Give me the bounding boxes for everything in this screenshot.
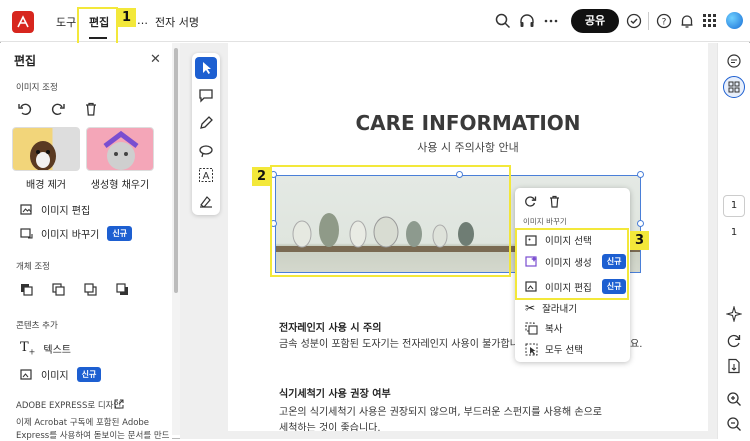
delete-icon[interactable]	[84, 102, 98, 116]
section2-title: 식기세척기 사용 권장 여부	[279, 389, 391, 400]
send-backward-icon[interactable]	[84, 283, 97, 296]
replace-image-section: 이미지 바꾸기	[523, 217, 567, 226]
express-section-title: ADOBE EXPRESS로 디자인	[16, 401, 122, 411]
callout-number-3: 3	[630, 231, 649, 250]
panel-close-icon[interactable]: ✕	[150, 52, 161, 67]
document-heading: CARE INFORMATION	[355, 111, 581, 135]
edit-image-icon	[20, 204, 32, 215]
help-icon[interactable]: ?	[655, 12, 673, 30]
select-all-label: 모두 선택	[545, 345, 583, 356]
svg-text:?: ?	[662, 18, 667, 28]
rotate-icon[interactable]	[524, 195, 537, 208]
generative-fill-label: 생성형 채우기	[90, 180, 150, 191]
new-badge-image: 신규	[76, 367, 102, 382]
express-desc-line2: Express를 사용하여 돋보이는 문서를 만드	[16, 431, 170, 441]
share-button[interactable]: 공유	[571, 9, 619, 33]
comment-icon[interactable]	[198, 87, 214, 103]
menu-tools[interactable]: 도구	[56, 14, 76, 30]
zoom-in-icon[interactable]	[726, 391, 742, 407]
resize-handle[interactable]	[637, 171, 644, 178]
section-image-adjust: 이미지 조정	[16, 83, 58, 93]
search-icon[interactable]	[494, 12, 512, 30]
section1-title: 전자레인지 사용 시 주의	[279, 323, 382, 334]
section-add-content: 콘텐츠 추가	[16, 321, 58, 331]
menu-esign[interactable]: 전자 서명	[155, 14, 199, 30]
external-link-icon[interactable]	[114, 399, 124, 409]
apps-grid-icon[interactable]	[703, 14, 717, 28]
replace-image-icon	[20, 228, 33, 239]
send-back-icon[interactable]	[116, 283, 129, 296]
comments-panel-icon[interactable]	[726, 53, 742, 69]
section1-text-end: 요.	[630, 339, 643, 350]
thumbnails-button[interactable]	[723, 76, 745, 98]
remove-background-label: 배경 제거	[26, 180, 66, 191]
cut-item[interactable]: ✂ 잘라내기	[525, 301, 577, 315]
rotate-right-icon[interactable]	[51, 102, 65, 116]
rotate-left-icon[interactable]	[18, 102, 32, 116]
panel-scrollbar[interactable]	[172, 43, 180, 435]
generative-fill-thumbnail[interactable]	[86, 127, 154, 171]
express-desc-line1: 이제 Acrobat 구독에 포함된 Adobe	[16, 418, 150, 428]
scissors-icon: ✂	[525, 301, 536, 315]
toolbar-divider	[648, 12, 649, 30]
copy-label: 복사	[545, 324, 563, 335]
user-avatar[interactable]	[726, 12, 743, 29]
replace-image-item[interactable]: 이미지 바꾸기 신규	[20, 226, 133, 241]
remove-background-thumbnail[interactable]	[12, 127, 80, 171]
copy-icon	[525, 321, 538, 335]
section1-text: 금속 성분이 포함된 도자기는 전자레인지 사용이 불가합니	[279, 339, 519, 350]
add-text-label: 텍스트	[43, 344, 71, 356]
replace-image-label: 이미지 바꾸기	[41, 230, 100, 241]
panel-title: 편집	[14, 54, 37, 68]
ai-assistant-icon[interactable]	[726, 306, 742, 322]
lasso-icon[interactable]	[198, 143, 214, 159]
callout-number-2: 2	[252, 167, 271, 186]
callout-number-1: 1	[117, 8, 136, 27]
callout-highlight-3	[515, 228, 629, 300]
edit-tools-bar: A	[192, 53, 220, 215]
copy-item[interactable]: 복사	[525, 321, 562, 335]
acrobat-logo[interactable]	[12, 11, 34, 33]
refresh-icon[interactable]	[726, 333, 742, 349]
checkmark-circle-icon[interactable]	[625, 12, 643, 30]
text-icon: T+	[20, 340, 36, 357]
select-tool[interactable]	[195, 57, 217, 79]
pen-icon[interactable]	[198, 115, 214, 131]
cursor-icon	[203, 62, 211, 74]
signature-icon[interactable]	[198, 193, 214, 209]
bring-forward-icon[interactable]	[52, 283, 65, 296]
page-total: 1	[730, 227, 738, 238]
add-image-icon	[20, 369, 32, 380]
headphones-icon[interactable]	[518, 12, 536, 30]
section2-text-line1: 고온의 식기세척기 사용은 권장되지 않으며, 부드러운 스펀지를 사용해 손으…	[279, 407, 603, 418]
edit-panel: 편집 ✕ 이미지 조정 배경 제거 생성형 채우기 이미지 편집 이미지 바꾸기…	[0, 43, 172, 441]
page-number-input[interactable]: 1	[723, 195, 745, 217]
document-save-icon[interactable]	[726, 358, 742, 374]
edit-image-label: 이미지 편집	[41, 206, 91, 217]
menu-overflow[interactable]: …	[137, 14, 148, 27]
callout-highlight-1	[77, 7, 118, 46]
callout-highlight-2	[270, 165, 511, 277]
text-box-icon[interactable]: A	[198, 167, 214, 183]
select-all-item[interactable]: 모두 선택	[525, 342, 583, 356]
section-object-adjust: 개체 조정	[16, 262, 50, 272]
document-subheading: 사용 시 주의사항 안내	[417, 141, 519, 154]
delete-image-icon[interactable]	[548, 195, 561, 208]
new-badge: 신규	[107, 226, 133, 241]
thumbnails-icon	[728, 81, 740, 93]
add-text-item[interactable]: T+ 텍스트	[20, 340, 71, 357]
edit-image-item[interactable]: 이미지 편집	[20, 202, 90, 217]
add-image-label: 이미지	[41, 371, 69, 382]
bell-icon[interactable]	[678, 12, 696, 30]
svg-text:A: A	[203, 171, 210, 182]
bring-front-icon[interactable]	[20, 283, 33, 296]
select-all-icon	[525, 343, 538, 355]
zoom-out-icon[interactable]	[726, 416, 742, 432]
cut-label: 잘라내기	[542, 304, 578, 315]
resize-handle[interactable]	[637, 220, 644, 227]
add-image-item[interactable]: 이미지 신규	[20, 367, 102, 382]
more-icon[interactable]	[542, 12, 560, 30]
right-rail: 1 1	[717, 43, 750, 439]
document-horizontal-scrollbar[interactable]	[180, 431, 717, 439]
